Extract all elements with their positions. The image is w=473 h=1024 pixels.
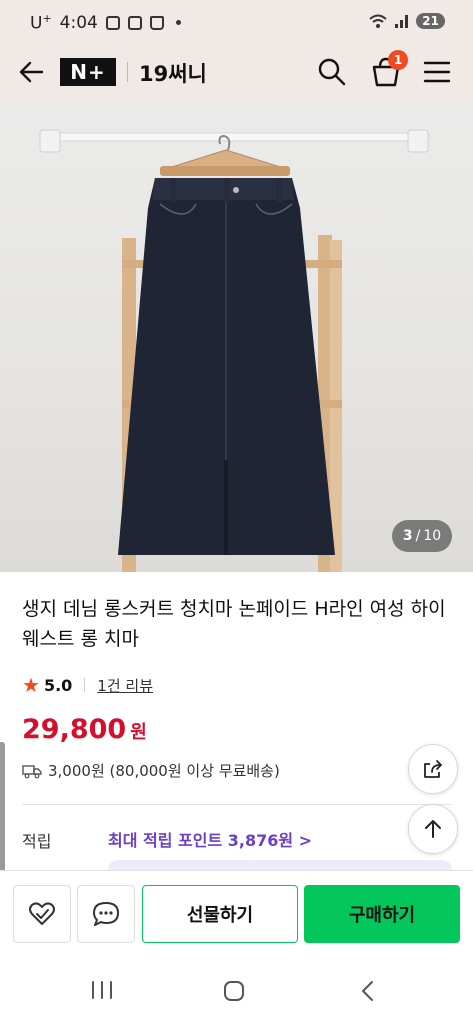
rating-value: 5.0 [43, 675, 73, 695]
gift-button[interactable]: 선물하기 [142, 885, 298, 943]
back-arrow-icon[interactable] [14, 54, 50, 90]
brand-logo[interactable]: N+ [60, 58, 116, 86]
max-points-link[interactable]: 최대 적립 포인트 3,876원 > [108, 827, 312, 851]
share-button[interactable] [408, 744, 458, 794]
status-right: 21 [368, 13, 445, 29]
battery-indicator: 21 [416, 13, 445, 29]
scroll-to-top-button[interactable] [408, 804, 458, 854]
chat-bubble-icon [93, 902, 119, 926]
buy-button[interactable]: 구매하기 [304, 885, 460, 943]
home-icon[interactable] [222, 979, 246, 1003]
arrow-up-icon [425, 820, 441, 838]
product-title: 생지 데님 롱스커트 청치마 논페이드 H라인 여성 하이웨스트 롱 치마 [22, 598, 446, 650]
system-nav-bar [0, 954, 473, 1024]
share-icon [424, 760, 442, 778]
image-current: 3 [402, 528, 413, 544]
review-count-link[interactable]: 1건 리뷰 [97, 675, 153, 696]
status-time: 4:04 [59, 12, 98, 33]
wifi-icon [369, 14, 387, 28]
screenshot-icon [105, 15, 120, 30]
signal-icon [395, 15, 409, 28]
status-bar: U+ 4:04 21 [0, 0, 473, 44]
header-divider [127, 62, 128, 82]
price-value: 29,800 [22, 714, 127, 745]
shipping-text: 3,000원 (80,000원 이상 무료배송) [48, 762, 280, 780]
notification-dot-icon [175, 20, 181, 26]
product-photo-illustration [39, 129, 431, 572]
points-label: 적립 [22, 832, 52, 851]
image-total: 10 [423, 528, 442, 544]
shipping-info: 3,000원 (80,000원 이상 무료배송) [22, 760, 280, 781]
carrier-label: U+ [30, 12, 52, 34]
hamburger-menu-icon[interactable] [419, 54, 455, 90]
star-icon: ★ [22, 673, 40, 697]
product-image[interactable] [0, 100, 473, 572]
store-name[interactable]: 19써니 [139, 58, 207, 88]
calendar-icon [127, 15, 142, 30]
section-divider [22, 804, 452, 805]
bottom-action-bar: 선물하기 구매하기 [0, 870, 473, 954]
rating-row: ★ 5.0 1건 리뷰 [22, 674, 153, 696]
rating-divider [84, 678, 86, 692]
talk-talk-button[interactable] [77, 885, 135, 943]
image-page-counter: 3 / 10 [392, 520, 452, 552]
status-left: U+ 4:04 [30, 12, 181, 34]
search-icon[interactable] [314, 54, 350, 90]
edge-panel-handle[interactable] [0, 742, 5, 878]
app-header: N+ 19써니 1 [0, 44, 473, 100]
cart-count-badge: 1 [388, 50, 408, 70]
recent-apps-icon[interactable] [90, 980, 114, 1000]
price-row: 29,800 원 [22, 714, 147, 745]
wishlist-button[interactable] [13, 885, 71, 943]
image-separator: / [415, 528, 421, 544]
heart-check-icon [29, 902, 55, 925]
price-unit: 원 [130, 722, 147, 743]
nav-back-icon[interactable] [356, 979, 380, 1003]
shopping-bag-notification-icon [149, 15, 164, 30]
delivery-truck-icon [22, 764, 42, 778]
